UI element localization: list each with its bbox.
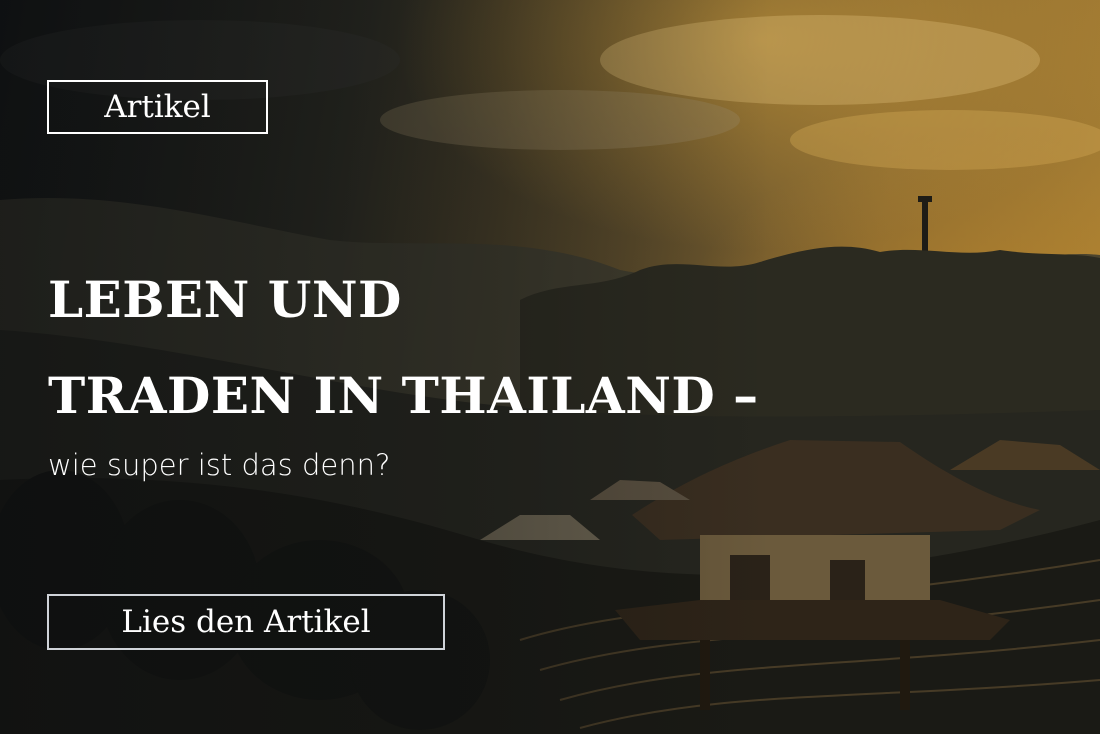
article-subtitle: wie super ist das denn? — [48, 448, 391, 482]
read-article-button[interactable]: Lies den Artikel — [47, 594, 445, 650]
title-line-1: LEBEN UND — [48, 270, 402, 329]
category-tag: Artikel — [47, 80, 268, 134]
article-title: LEBEN UND TRADEN IN THAILAND – — [48, 252, 759, 444]
article-banner: Artikel LEBEN UND TRADEN IN THAILAND – wi… — [0, 0, 1100, 734]
title-line-2: TRADEN IN THAILAND – — [48, 366, 759, 425]
